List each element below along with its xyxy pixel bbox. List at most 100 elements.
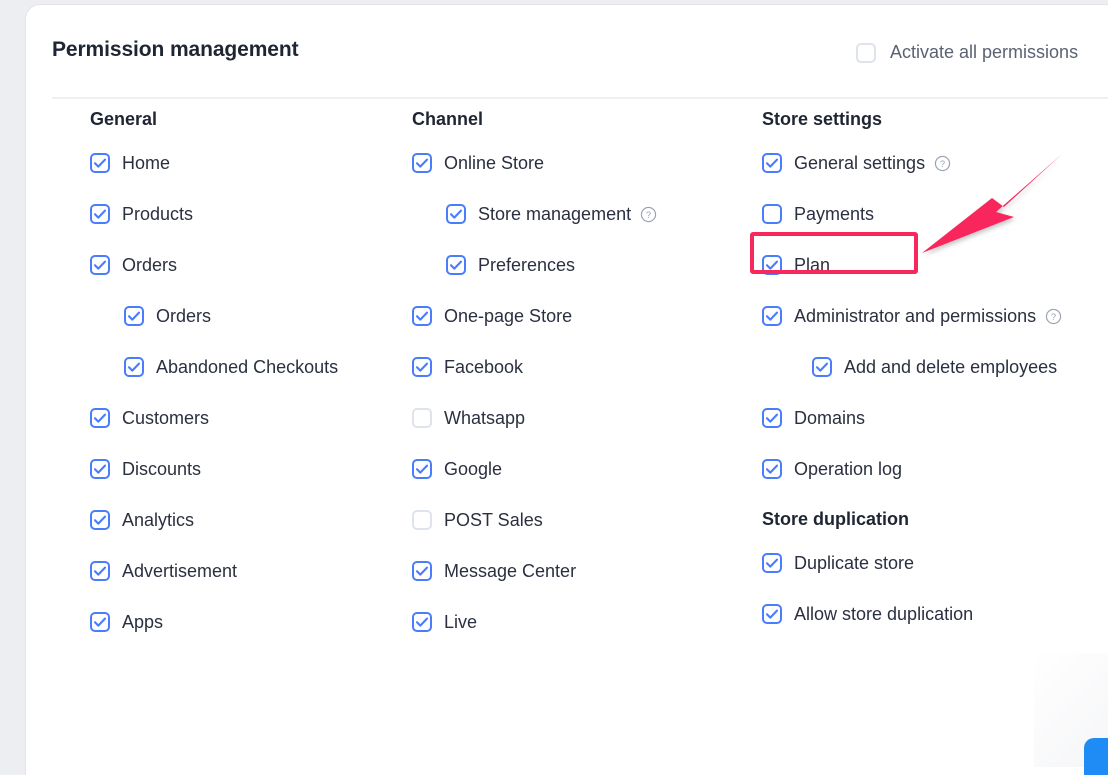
permission-label: Payments	[794, 204, 875, 224]
checkbox-post-sales[interactable]	[412, 510, 432, 530]
checkbox-whatsapp[interactable]	[412, 408, 432, 428]
checkbox-domains[interactable]	[762, 408, 782, 428]
permission-row-abandoned-checkouts[interactable]: Abandoned Checkouts	[124, 356, 386, 378]
card-header: Permission management Activate all permi…	[26, 5, 1108, 97]
checkbox-orders[interactable]	[90, 255, 110, 275]
permission-row-apps[interactable]: Apps	[90, 611, 386, 633]
permission-row-plan[interactable]: Plan	[762, 254, 1108, 276]
checkbox-products[interactable]	[90, 204, 110, 224]
permission-label: Store management?	[478, 203, 657, 225]
activate-all-permissions-label: Activate all permissions	[890, 42, 1079, 62]
permission-row-post-sales[interactable]: POST Sales	[412, 509, 736, 531]
checkbox-payments[interactable]	[762, 204, 782, 224]
column-general: General Home Products Orders Orders Aban…	[26, 109, 386, 662]
checkbox-apps[interactable]	[90, 612, 110, 632]
permission-row-facebook[interactable]: Facebook	[412, 356, 736, 378]
page-title: Permission management	[52, 38, 299, 61]
permission-label: Preferences	[478, 255, 576, 275]
checkbox-orders-sub[interactable]	[124, 306, 144, 326]
checkbox-customers[interactable]	[90, 408, 110, 428]
svg-text:?: ?	[646, 210, 651, 220]
permission-management-page: Permission management Activate all permi…	[0, 0, 1108, 775]
permission-label: Message Center	[444, 561, 577, 581]
checkbox-home[interactable]	[90, 153, 110, 173]
permission-row-products[interactable]: Products	[90, 203, 386, 225]
permission-label: Duplicate store	[794, 553, 915, 573]
header-divider	[52, 97, 1108, 99]
help-circle-icon[interactable]: ?	[640, 206, 657, 223]
permission-label: Live	[444, 612, 478, 632]
permission-management-card: Permission management Activate all permi…	[26, 5, 1108, 775]
permission-label: Operation log	[794, 459, 903, 479]
column-channel: Channel Online Store Store management? P…	[386, 109, 736, 662]
checkbox-discounts[interactable]	[90, 459, 110, 479]
permission-row-orders-sub[interactable]: Orders	[124, 305, 386, 327]
permission-label: Analytics	[122, 510, 195, 530]
column-subheading-store-duplication: Store duplication	[762, 509, 910, 529]
checkbox-plan[interactable]	[762, 255, 782, 275]
permission-label: Advertisement	[122, 561, 238, 581]
checkbox-add-and-delete-employees[interactable]	[812, 357, 832, 377]
permission-row-preferences[interactable]: Preferences	[446, 254, 736, 276]
checkbox-one-page-store[interactable]	[412, 306, 432, 326]
svg-text:?: ?	[940, 159, 945, 169]
checkbox-administrator-and-permissions[interactable]	[762, 306, 782, 326]
permission-row-add-and-delete-employees[interactable]: Add and delete employees	[812, 356, 1108, 378]
checkbox-preferences[interactable]	[446, 255, 466, 275]
activate-all-permissions-checkbox[interactable]	[856, 43, 876, 63]
column-heading-channel: Channel	[412, 109, 484, 129]
permission-row-orders[interactable]: Orders	[90, 254, 386, 276]
checkbox-abandoned-checkouts[interactable]	[124, 357, 144, 377]
checkbox-advertisement[interactable]	[90, 561, 110, 581]
permission-label: Google	[444, 459, 503, 479]
permission-row-store-management[interactable]: Store management?	[446, 203, 736, 225]
permission-row-administrator-and-permissions[interactable]: Administrator and permissions?	[762, 305, 1108, 327]
permission-row-advertisement[interactable]: Advertisement	[90, 560, 386, 582]
permission-label: Facebook	[444, 357, 524, 377]
activate-all-permissions-row[interactable]: Activate all permissions	[856, 42, 1078, 63]
permission-row-customers[interactable]: Customers	[90, 407, 386, 429]
checkbox-facebook[interactable]	[412, 357, 432, 377]
permission-row-general-settings[interactable]: General settings?	[762, 152, 1108, 174]
permission-row-payments[interactable]: Payments	[762, 203, 1108, 225]
permission-label: Administrator and permissions?	[794, 305, 1062, 327]
permission-row-whatsapp[interactable]: Whatsapp	[412, 407, 736, 429]
permission-row-duplicate-store[interactable]: Duplicate store	[762, 552, 1108, 574]
checkbox-allow-store-duplication[interactable]	[762, 604, 782, 624]
checkbox-message-center[interactable]	[412, 561, 432, 581]
permission-row-live[interactable]: Live	[412, 611, 736, 633]
checkbox-general-settings[interactable]	[762, 153, 782, 173]
permission-row-operation-log[interactable]: Operation log	[762, 458, 1108, 480]
permission-row-allow-store-duplication[interactable]: Allow store duplication	[762, 603, 1108, 625]
column-store-settings: Store settings General settings? Payment…	[736, 109, 1108, 662]
column-heading-general: General	[90, 109, 158, 129]
floating-action-widget[interactable]	[1084, 738, 1108, 775]
permission-label: One-page Store	[444, 306, 573, 326]
permission-row-online-store[interactable]: Online Store	[412, 152, 736, 174]
permission-row-message-center[interactable]: Message Center	[412, 560, 736, 582]
permission-label: Orders	[156, 306, 212, 326]
permission-label: Online Store	[444, 153, 545, 173]
permission-label: Apps	[122, 612, 164, 632]
checkbox-live[interactable]	[412, 612, 432, 632]
permission-label: Products	[122, 204, 194, 224]
help-circle-icon[interactable]: ?	[1045, 308, 1062, 325]
permission-label: Orders	[122, 255, 178, 275]
permission-label: POST Sales	[444, 510, 543, 530]
checkbox-google[interactable]	[412, 459, 432, 479]
checkbox-analytics[interactable]	[90, 510, 110, 530]
permission-row-google[interactable]: Google	[412, 458, 736, 480]
checkbox-online-store[interactable]	[412, 153, 432, 173]
permission-row-discounts[interactable]: Discounts	[90, 458, 386, 480]
permission-label: Plan	[794, 255, 831, 275]
permission-row-one-page-store[interactable]: One-page Store	[412, 305, 736, 327]
help-circle-icon[interactable]: ?	[934, 155, 951, 172]
permission-label: Customers	[122, 408, 210, 428]
checkbox-duplicate-store[interactable]	[762, 553, 782, 573]
permission-row-home[interactable]: Home	[90, 152, 386, 174]
permission-row-analytics[interactable]: Analytics	[90, 509, 386, 531]
checkbox-store-management[interactable]	[446, 204, 466, 224]
permission-row-domains[interactable]: Domains	[762, 407, 1108, 429]
permission-columns: General Home Products Orders Orders Aban…	[26, 109, 1108, 662]
checkbox-operation-log[interactable]	[762, 459, 782, 479]
